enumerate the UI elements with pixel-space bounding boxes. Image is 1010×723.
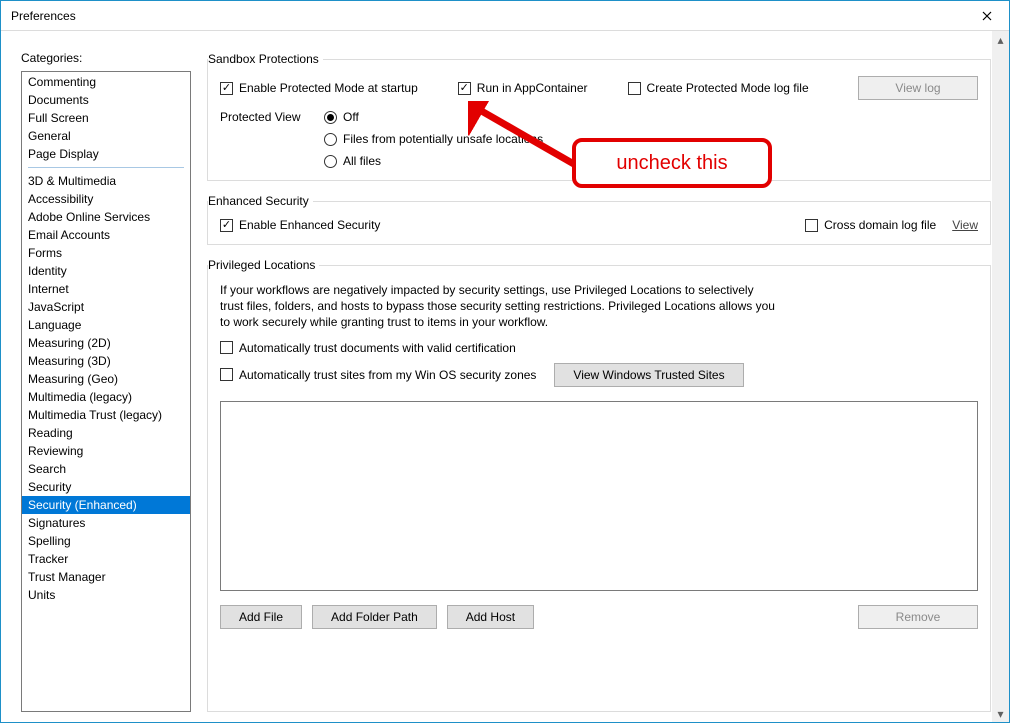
- vertical-scrollbar[interactable]: ▴ ▾: [992, 31, 1009, 722]
- scroll-down-icon: ▾: [992, 705, 1009, 722]
- view-link[interactable]: View: [952, 218, 978, 232]
- add-host-button[interactable]: Add Host: [447, 605, 534, 629]
- auto-trust-os-label: Automatically trust sites from my Win OS…: [239, 368, 536, 382]
- sidebar-item-measuring-3d-[interactable]: Measuring (3D): [22, 352, 190, 370]
- categories-label: Categories:: [21, 51, 191, 65]
- sidebar-item-spelling[interactable]: Spelling: [22, 532, 190, 550]
- protected-view-all-radio[interactable]: All files: [324, 154, 543, 168]
- sandbox-top-row: Enable Protected Mode at startup Run in …: [220, 76, 978, 100]
- sidebar-separator: [28, 167, 184, 168]
- settings-column: Sandbox Protections Enable Protected Mod…: [207, 51, 997, 712]
- add-folder-path-button[interactable]: Add Folder Path: [312, 605, 437, 629]
- radio-icon: [324, 111, 337, 124]
- checkbox-icon: [628, 82, 641, 95]
- enable-enhanced-security-checkbox[interactable]: Enable Enhanced Security: [220, 218, 380, 232]
- enhanced-security-group: Enhanced Security Enable Enhanced Securi…: [207, 201, 991, 245]
- remove-button: Remove: [858, 605, 978, 629]
- sidebar-item-reading[interactable]: Reading: [22, 424, 190, 442]
- close-icon: [982, 11, 992, 21]
- sidebar-item-accessibility[interactable]: Accessibility: [22, 190, 190, 208]
- categories-column: Categories: CommentingDocumentsFull Scre…: [21, 51, 191, 712]
- add-file-button[interactable]: Add File: [220, 605, 302, 629]
- sidebar-item-security-enhanced-[interactable]: Security (Enhanced): [22, 496, 190, 514]
- protected-view-unsafe-radio[interactable]: Files from potentially unsafe locations: [324, 132, 543, 146]
- auto-trust-cert-checkbox[interactable]: Automatically trust documents with valid…: [220, 341, 978, 355]
- privileged-locations-group: Privileged Locations If your workflows a…: [207, 265, 991, 712]
- titlebar: Preferences: [1, 1, 1009, 31]
- privileged-locations-listbox[interactable]: [220, 401, 978, 591]
- enable-enhanced-security-label: Enable Enhanced Security: [239, 218, 380, 232]
- sidebar-item-adobe-online-services[interactable]: Adobe Online Services: [22, 208, 190, 226]
- sidebar-item-identity[interactable]: Identity: [22, 262, 190, 280]
- sidebar-item-reviewing[interactable]: Reviewing: [22, 442, 190, 460]
- scroll-up-icon: ▴: [992, 31, 1009, 48]
- protected-view-off-radio[interactable]: Off: [324, 110, 543, 124]
- run-in-appcontainer-checkbox[interactable]: Run in AppContainer: [458, 81, 588, 95]
- pv-unsafe-label: Files from potentially unsafe locations: [343, 132, 543, 146]
- checkbox-icon: [458, 82, 471, 95]
- sidebar-item-multimedia-trust-legacy-[interactable]: Multimedia Trust (legacy): [22, 406, 190, 424]
- sidebar-item-signatures[interactable]: Signatures: [22, 514, 190, 532]
- enable-protected-mode-checkbox[interactable]: Enable Protected Mode at startup: [220, 81, 418, 95]
- sidebar-item-general[interactable]: General: [22, 127, 190, 145]
- checkbox-icon: [220, 341, 233, 354]
- sidebar-item-commenting[interactable]: Commenting: [22, 73, 190, 91]
- checkbox-icon: [220, 82, 233, 95]
- sidebar-item-trust-manager[interactable]: Trust Manager: [22, 568, 190, 586]
- window-title: Preferences: [11, 9, 76, 23]
- sidebar-item-full-screen[interactable]: Full Screen: [22, 109, 190, 127]
- sidebar-item-forms[interactable]: Forms: [22, 244, 190, 262]
- auto-trust-os-checkbox[interactable]: Automatically trust sites from my Win OS…: [220, 368, 536, 382]
- enhanced-title: Enhanced Security: [208, 194, 313, 208]
- sidebar-item-security[interactable]: Security: [22, 478, 190, 496]
- pv-off-label: Off: [343, 110, 359, 124]
- enable-protected-mode-label: Enable Protected Mode at startup: [239, 81, 418, 95]
- checkbox-icon: [220, 368, 233, 381]
- radio-icon: [324, 133, 337, 146]
- pv-all-label: All files: [343, 154, 381, 168]
- sidebar-item-measuring-geo-[interactable]: Measuring (Geo): [22, 370, 190, 388]
- view-windows-trusted-sites-button[interactable]: View Windows Trusted Sites: [554, 363, 743, 387]
- privileged-description: If your workflows are negatively impacte…: [220, 282, 780, 331]
- sidebar-item-tracker[interactable]: Tracker: [22, 550, 190, 568]
- privileged-title: Privileged Locations: [208, 258, 319, 272]
- view-log-button: View log: [858, 76, 978, 100]
- close-button[interactable]: [964, 1, 1009, 31]
- sandbox-title: Sandbox Protections: [208, 52, 323, 66]
- radio-icon: [324, 155, 337, 168]
- create-log-file-label: Create Protected Mode log file: [647, 81, 809, 95]
- sidebar-item-3d-multimedia[interactable]: 3D & Multimedia: [22, 172, 190, 190]
- sidebar-item-measuring-2d-[interactable]: Measuring (2D): [22, 334, 190, 352]
- annotation-text: uncheck this: [616, 152, 727, 175]
- sidebar-item-documents[interactable]: Documents: [22, 91, 190, 109]
- auto-trust-cert-label: Automatically trust documents with valid…: [239, 341, 516, 355]
- sidebar-item-javascript[interactable]: JavaScript: [22, 298, 190, 316]
- preferences-window: Preferences Categories: CommentingDocume…: [0, 0, 1010, 723]
- checkbox-icon: [805, 219, 818, 232]
- protected-view-label: Protected View: [220, 110, 310, 168]
- sidebar-item-internet[interactable]: Internet: [22, 280, 190, 298]
- annotation-callout: uncheck this: [572, 138, 772, 188]
- checkbox-icon: [220, 219, 233, 232]
- create-log-file-checkbox[interactable]: Create Protected Mode log file: [628, 81, 809, 95]
- run-in-appcontainer-label: Run in AppContainer: [477, 81, 588, 95]
- categories-list[interactable]: CommentingDocumentsFull ScreenGeneralPag…: [21, 71, 191, 712]
- cross-domain-log-checkbox[interactable]: Cross domain log file: [805, 218, 936, 232]
- sidebar-item-multimedia-legacy-[interactable]: Multimedia (legacy): [22, 388, 190, 406]
- sidebar-item-language[interactable]: Language: [22, 316, 190, 334]
- cross-domain-log-label: Cross domain log file: [824, 218, 936, 232]
- sidebar-item-email-accounts[interactable]: Email Accounts: [22, 226, 190, 244]
- dialog-body: Categories: CommentingDocumentsFull Scre…: [1, 31, 1009, 722]
- sidebar-item-page-display[interactable]: Page Display: [22, 145, 190, 163]
- sidebar-item-search[interactable]: Search: [22, 460, 190, 478]
- sidebar-item-units[interactable]: Units: [22, 586, 190, 604]
